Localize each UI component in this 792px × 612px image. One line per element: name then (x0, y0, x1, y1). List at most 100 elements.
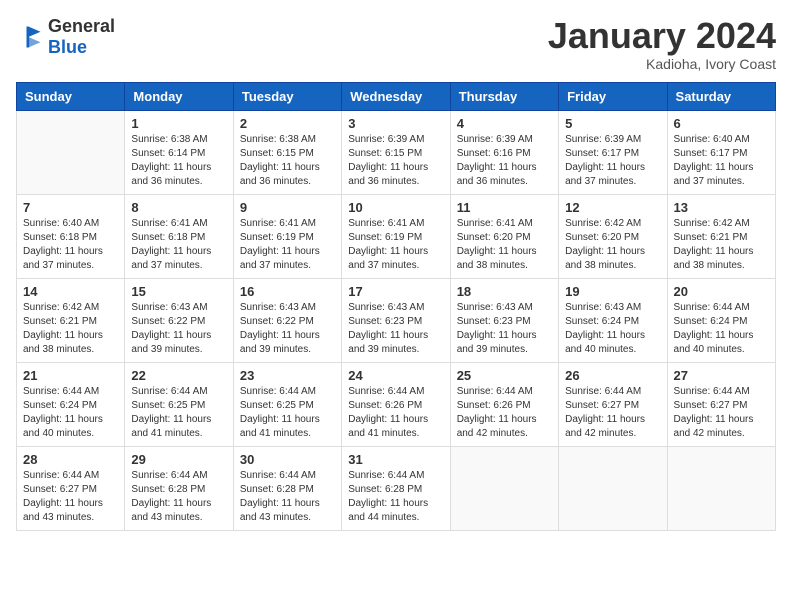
day-info: Sunrise: 6:42 AM Sunset: 6:21 PM Dayligh… (674, 217, 769, 273)
calendar-day: 9 Sunrise: 6:41 AM Sunset: 6:19 PM Daylig… (233, 194, 341, 278)
calendar-day: 25 Sunrise: 6:44 AM Sunset: 6:26 PM Dayli… (450, 362, 558, 446)
calendar-week-row: 21 Sunrise: 6:44 AM Sunset: 6:24 PM Dayli… (17, 362, 776, 446)
day-number: 17 (348, 284, 443, 299)
calendar-day: 13 Sunrise: 6:42 AM Sunset: 6:21 PM Dayli… (667, 194, 775, 278)
calendar-week-row: 1 Sunrise: 6:38 AM Sunset: 6:14 PM Daylig… (17, 110, 776, 194)
day-number: 3 (348, 116, 443, 131)
calendar-day: 22Sunrise: 6:44 AM Sunset: 6:25 PM Dayli… (125, 362, 233, 446)
day-info: Sunrise: 6:39 AM Sunset: 6:17 PM Dayligh… (565, 133, 660, 189)
calendar-day: 24 Sunrise: 6:44 AM Sunset: 6:26 PM Dayli… (342, 362, 450, 446)
day-number: 10 (348, 200, 443, 215)
calendar-table: Sunday Monday Tuesday Wednesday Thursday… (16, 82, 776, 531)
day-info: Sunrise: 6:42 AM Sunset: 6:21 PM Dayligh… (23, 301, 118, 357)
header-wednesday: Wednesday (342, 82, 450, 110)
day-number: 7 (23, 200, 118, 215)
calendar-day: 19 Sunrise: 6:43 AM Sunset: 6:24 PM Dayli… (559, 278, 667, 362)
calendar-day: 10 Sunrise: 6:41 AM Sunset: 6:19 PM Dayli… (342, 194, 450, 278)
day-number: 4 (457, 116, 552, 131)
day-number: 13 (674, 200, 769, 215)
day-info: Sunrise: 6:43 AM Sunset: 6:22 PM Dayligh… (240, 301, 335, 357)
header-sunday: Sunday (17, 82, 125, 110)
calendar-day: 4 Sunrise: 6:39 AM Sunset: 6:16 PM Daylig… (450, 110, 558, 194)
header-friday: Friday (559, 82, 667, 110)
logo-text: General Blue (48, 16, 115, 58)
day-number: 9 (240, 200, 335, 215)
calendar-day: 20 Sunrise: 6:44 AM Sunset: 6:24 PM Dayli… (667, 278, 775, 362)
calendar-day: 15Sunrise: 6:43 AM Sunset: 6:22 PM Dayli… (125, 278, 233, 362)
calendar-day: 28 Sunrise: 6:44 AM Sunset: 6:27 PM Dayli… (17, 446, 125, 530)
title-block: January 2024 Kadioha, Ivory Coast (548, 16, 776, 72)
day-info: Sunrise: 6:44 AM Sunset: 6:26 PM Dayligh… (348, 385, 443, 441)
calendar-week-row: 7 Sunrise: 6:40 AM Sunset: 6:18 PM Daylig… (17, 194, 776, 278)
calendar-day: 31Sunrise: 6:44 AM Sunset: 6:28 PM Dayli… (342, 446, 450, 530)
calendar-day: 3 Sunrise: 6:39 AM Sunset: 6:15 PM Daylig… (342, 110, 450, 194)
day-number: 1 (131, 116, 226, 131)
day-number: 6 (674, 116, 769, 131)
day-info: Sunrise: 6:40 AM Sunset: 6:18 PM Dayligh… (23, 217, 118, 273)
day-info: Sunrise: 6:44 AM Sunset: 6:27 PM Dayligh… (23, 469, 118, 525)
day-info: Sunrise: 6:38 AM Sunset: 6:14 PM Dayligh… (131, 133, 226, 189)
day-info: Sunrise: 6:42 AM Sunset: 6:20 PM Dayligh… (565, 217, 660, 273)
day-number: 23 (240, 368, 335, 383)
day-info: Sunrise: 6:44 AM Sunset: 6:25 PM Dayligh… (240, 385, 335, 441)
day-info: Sunrise: 6:41 AM Sunset: 6:19 PM Dayligh… (240, 217, 335, 273)
day-number: 11 (457, 200, 552, 215)
day-info: Sunrise: 6:43 AM Sunset: 6:23 PM Dayligh… (457, 301, 552, 357)
day-number: 16 (240, 284, 335, 299)
day-number: 15 (131, 284, 226, 299)
day-number: 28 (23, 452, 118, 467)
day-number: 25 (457, 368, 552, 383)
calendar-day: 12 Sunrise: 6:42 AM Sunset: 6:20 PM Dayli… (559, 194, 667, 278)
header-monday: Monday (125, 82, 233, 110)
logo: General Blue (16, 16, 115, 58)
calendar-day (667, 446, 775, 530)
day-number: 14 (23, 284, 118, 299)
day-number: 31 (348, 452, 443, 467)
day-number: 21 (23, 368, 118, 383)
location-subtitle: Kadioha, Ivory Coast (548, 56, 776, 72)
calendar-body: 1 Sunrise: 6:38 AM Sunset: 6:14 PM Daylig… (17, 110, 776, 530)
calendar-day: 6 Sunrise: 6:40 AM Sunset: 6:17 PM Daylig… (667, 110, 775, 194)
calendar-day: 29Sunrise: 6:44 AM Sunset: 6:28 PM Dayli… (125, 446, 233, 530)
day-number: 12 (565, 200, 660, 215)
day-number: 26 (565, 368, 660, 383)
calendar-day: 26Sunrise: 6:44 AM Sunset: 6:27 PM Dayli… (559, 362, 667, 446)
calendar-day: 5Sunrise: 6:39 AM Sunset: 6:17 PM Daylig… (559, 110, 667, 194)
day-info: Sunrise: 6:43 AM Sunset: 6:24 PM Dayligh… (565, 301, 660, 357)
logo-general: General (48, 16, 115, 36)
header-thursday: Thursday (450, 82, 558, 110)
day-number: 22 (131, 368, 226, 383)
calendar-day: 17Sunrise: 6:43 AM Sunset: 6:23 PM Dayli… (342, 278, 450, 362)
calendar-header: Sunday Monday Tuesday Wednesday Thursday… (17, 82, 776, 110)
calendar-day (450, 446, 558, 530)
calendar-week-row: 28 Sunrise: 6:44 AM Sunset: 6:27 PM Dayli… (17, 446, 776, 530)
day-info: Sunrise: 6:39 AM Sunset: 6:15 PM Dayligh… (348, 133, 443, 189)
logo-blue: Blue (48, 37, 87, 57)
logo-icon (16, 23, 44, 51)
calendar-day: 27Sunrise: 6:44 AM Sunset: 6:27 PM Dayli… (667, 362, 775, 446)
day-info: Sunrise: 6:44 AM Sunset: 6:28 PM Dayligh… (131, 469, 226, 525)
day-number: 20 (674, 284, 769, 299)
day-info: Sunrise: 6:44 AM Sunset: 6:26 PM Dayligh… (457, 385, 552, 441)
day-info: Sunrise: 6:41 AM Sunset: 6:20 PM Dayligh… (457, 217, 552, 273)
day-number: 2 (240, 116, 335, 131)
day-number: 27 (674, 368, 769, 383)
day-number: 19 (565, 284, 660, 299)
calendar-day (17, 110, 125, 194)
day-info: Sunrise: 6:40 AM Sunset: 6:17 PM Dayligh… (674, 133, 769, 189)
calendar-day: 7 Sunrise: 6:40 AM Sunset: 6:18 PM Daylig… (17, 194, 125, 278)
day-info: Sunrise: 6:41 AM Sunset: 6:18 PM Dayligh… (131, 217, 226, 273)
calendar-week-row: 14 Sunrise: 6:42 AM Sunset: 6:21 PM Dayli… (17, 278, 776, 362)
calendar-day: 2Sunrise: 6:38 AM Sunset: 6:15 PM Daylig… (233, 110, 341, 194)
header-saturday: Saturday (667, 82, 775, 110)
day-info: Sunrise: 6:44 AM Sunset: 6:24 PM Dayligh… (23, 385, 118, 441)
day-number: 30 (240, 452, 335, 467)
header-row: Sunday Monday Tuesday Wednesday Thursday… (17, 82, 776, 110)
day-number: 8 (131, 200, 226, 215)
header-tuesday: Tuesday (233, 82, 341, 110)
calendar-day: 16 Sunrise: 6:43 AM Sunset: 6:22 PM Dayli… (233, 278, 341, 362)
day-info: Sunrise: 6:41 AM Sunset: 6:19 PM Dayligh… (348, 217, 443, 273)
day-number: 24 (348, 368, 443, 383)
day-info: Sunrise: 6:39 AM Sunset: 6:16 PM Dayligh… (457, 133, 552, 189)
day-info: Sunrise: 6:44 AM Sunset: 6:24 PM Dayligh… (674, 301, 769, 357)
